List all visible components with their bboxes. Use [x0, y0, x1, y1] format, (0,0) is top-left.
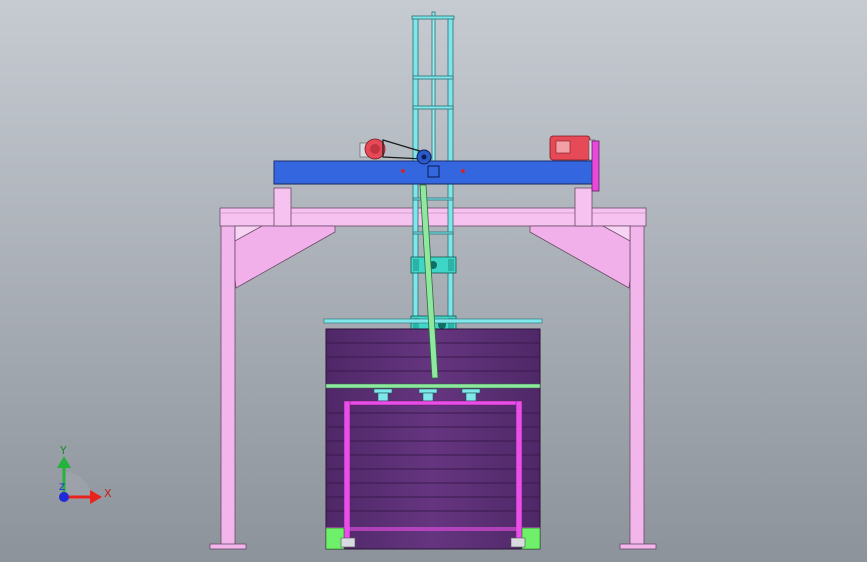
x-axis-label: X [104, 487, 112, 500]
z-axis-label: Z [59, 483, 65, 493]
main-beam [273, 160, 593, 185]
cad-drawing: Y X Z [0, 0, 867, 562]
cad-viewport[interactable]: Y X Z [0, 0, 867, 562]
z-axis-dot [59, 492, 69, 502]
carriage-upper [410, 256, 457, 274]
y-axis-label: Y [59, 444, 67, 457]
